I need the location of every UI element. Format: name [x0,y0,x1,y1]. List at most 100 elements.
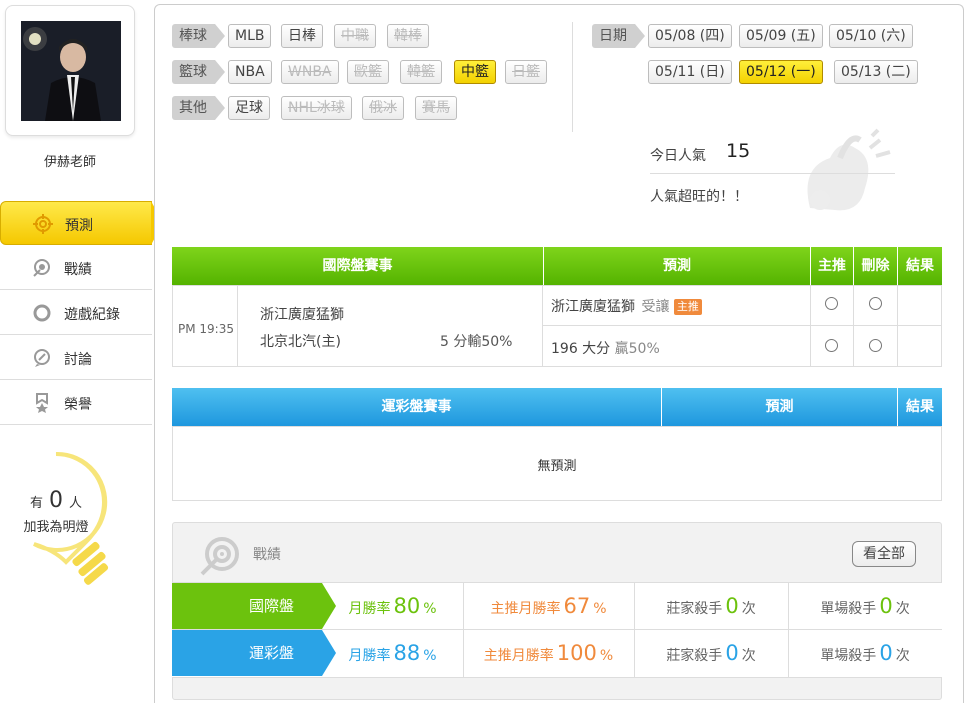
filter-kbo: 韓棒 [387,24,429,48]
menu-label: 戰績 [64,262,92,278]
main-pick-radio[interactable] [825,339,838,352]
divider [542,325,942,326]
match-time: PM 19:35 [178,322,234,336]
filter-cpbl: 中職 [334,24,376,48]
date-0513[interactable]: 05/13 (二) [834,60,918,84]
divider [853,285,854,367]
divider [810,285,811,367]
stat-label: 單場殺手 [820,648,877,664]
intl-month-winrate: 月勝率 80% [322,583,463,629]
stat-unit: 次 [895,601,910,617]
intl-header-result: 結果 [897,247,942,285]
avatar[interactable] [21,21,121,121]
lottery-header-result: 結果 [897,388,942,426]
menu-label: 遊戲紀錄 [64,307,120,323]
stat-unit: % [599,648,614,664]
menu-record[interactable]: 戰績 [0,246,152,290]
menu-predict[interactable]: 預測 [0,201,163,245]
no-prediction-text: 無預測 [537,459,577,474]
filter-jp-baseball[interactable]: 日棒 [281,24,323,48]
filter-mlb[interactable]: MLB [228,24,272,48]
menu-label: 討論 [64,352,92,368]
stat-value: 80 [393,594,421,618]
divider [542,285,543,367]
stat-unit: 次 [895,648,910,664]
divider [572,22,573,132]
lottery-main-winrate: 主推月勝率 100% [463,630,634,676]
prediction-1-team: 浙江廣廈猛獅 [551,299,635,315]
stat-unit: 次 [741,601,756,617]
delete-radio[interactable] [869,339,882,352]
filter-euro-basketball: 歐籃 [347,60,389,84]
prediction-2-sub: 贏50% [614,341,660,357]
intl-header-event: 國際盤賽事 [172,247,543,285]
menu-honor[interactable]: 榮譽 [0,381,152,425]
lottery-month-winrate: 月勝率 88% [322,630,463,676]
date-0508[interactable]: 05/08 (四) [648,24,732,48]
avatar-frame [5,5,135,136]
stat-value: 0 [725,594,739,618]
stat-label: 主推月勝率 [483,648,554,664]
team-away: 浙江廣廈猛獅 [260,307,344,323]
stat-unit: % [423,648,437,664]
delete-radio[interactable] [869,297,882,310]
lottery-header-event: 運彩盤賽事 [172,388,661,426]
stat-label: 主推月勝率 [490,601,561,617]
popularity-label: 今日人氣 [650,148,706,164]
teacher-name: 伊赫老師 [43,155,96,170]
baseball-head: 棒球 [172,24,225,48]
stat-value: 0 [725,641,739,665]
stat-label: 月勝率 [348,648,391,664]
filter-nhl: NHL冰球 [281,96,352,120]
filter-jp-basketball: 日籃 [505,60,547,84]
filter-soccer[interactable]: 足球 [228,96,270,120]
date-0509[interactable]: 05/09 (五) [739,24,823,48]
menu-game-log[interactable]: 遊戲紀錄 [0,291,152,335]
date-0511[interactable]: 05/11 (日) [648,60,732,84]
date-0512[interactable]: 05/12 (一) [739,60,823,84]
basketball-head: 籃球 [172,60,225,84]
other-head: 其他 [172,96,225,120]
divider [897,285,898,367]
stat-label: 單場殺手 [820,601,877,617]
intl-header-prediction: 預測 [543,247,810,285]
medal-icon [36,393,48,413]
date-0510[interactable]: 05/10 (六) [829,24,913,48]
record-icon [33,259,50,277]
menu-discussion[interactable]: 討論 [0,336,152,380]
discussion-icon [34,349,50,367]
stat-value: 0 [879,641,893,665]
stat-value: 88 [393,641,421,665]
lottery-single-killer: 單場殺手 0 次 [788,630,942,676]
bulb-count: 0 [49,488,63,513]
main-pick-badge: 主推 [673,299,702,315]
filter-cba[interactable]: 中籃 [454,60,496,84]
filter-khl: 俄冰 [362,96,404,120]
view-all-button[interactable]: 看全部 [852,541,916,567]
stats-title: 戰績 [253,547,281,563]
prediction-1: 浙江廣廈猛獅 受讓 主推 [551,296,702,316]
bulb-suffix: 人 [69,496,83,511]
intl-header-delete: 刪除 [853,247,897,285]
popularity-count: 15 [726,140,751,162]
bulb-add-link[interactable]: 加我為明燈 [0,516,112,535]
stat-unit: 次 [741,648,756,664]
prediction-2-main: 196 大分 [551,341,611,357]
circle-icon [33,304,51,322]
sidebar: 伊赫老師 預測 戰績 遊戲紀錄 討論 榮譽 有0人 加我為明燈 [0,0,163,703]
record-icon [200,537,239,576]
prediction-2: 196 大分 贏50% [551,338,660,358]
intl-banker-killer: 莊家殺手 0 次 [634,583,788,629]
bulb-count-line: 有0人 [0,488,112,513]
filter-kr-basketball: 韓籃 [400,60,442,84]
prediction-1-type: 受讓 [641,299,670,315]
divider [237,285,238,367]
filter-wnba: WNBA [281,60,339,84]
main-pick-radio[interactable] [825,297,838,310]
stat-label: 莊家殺手 [666,648,723,664]
stat-value: 0 [879,594,893,618]
filter-horse-racing: 賽馬 [415,96,457,120]
menu-label: 榮譽 [64,397,92,413]
bulb-prefix: 有 [29,496,43,511]
filter-nba[interactable]: NBA [228,60,272,84]
